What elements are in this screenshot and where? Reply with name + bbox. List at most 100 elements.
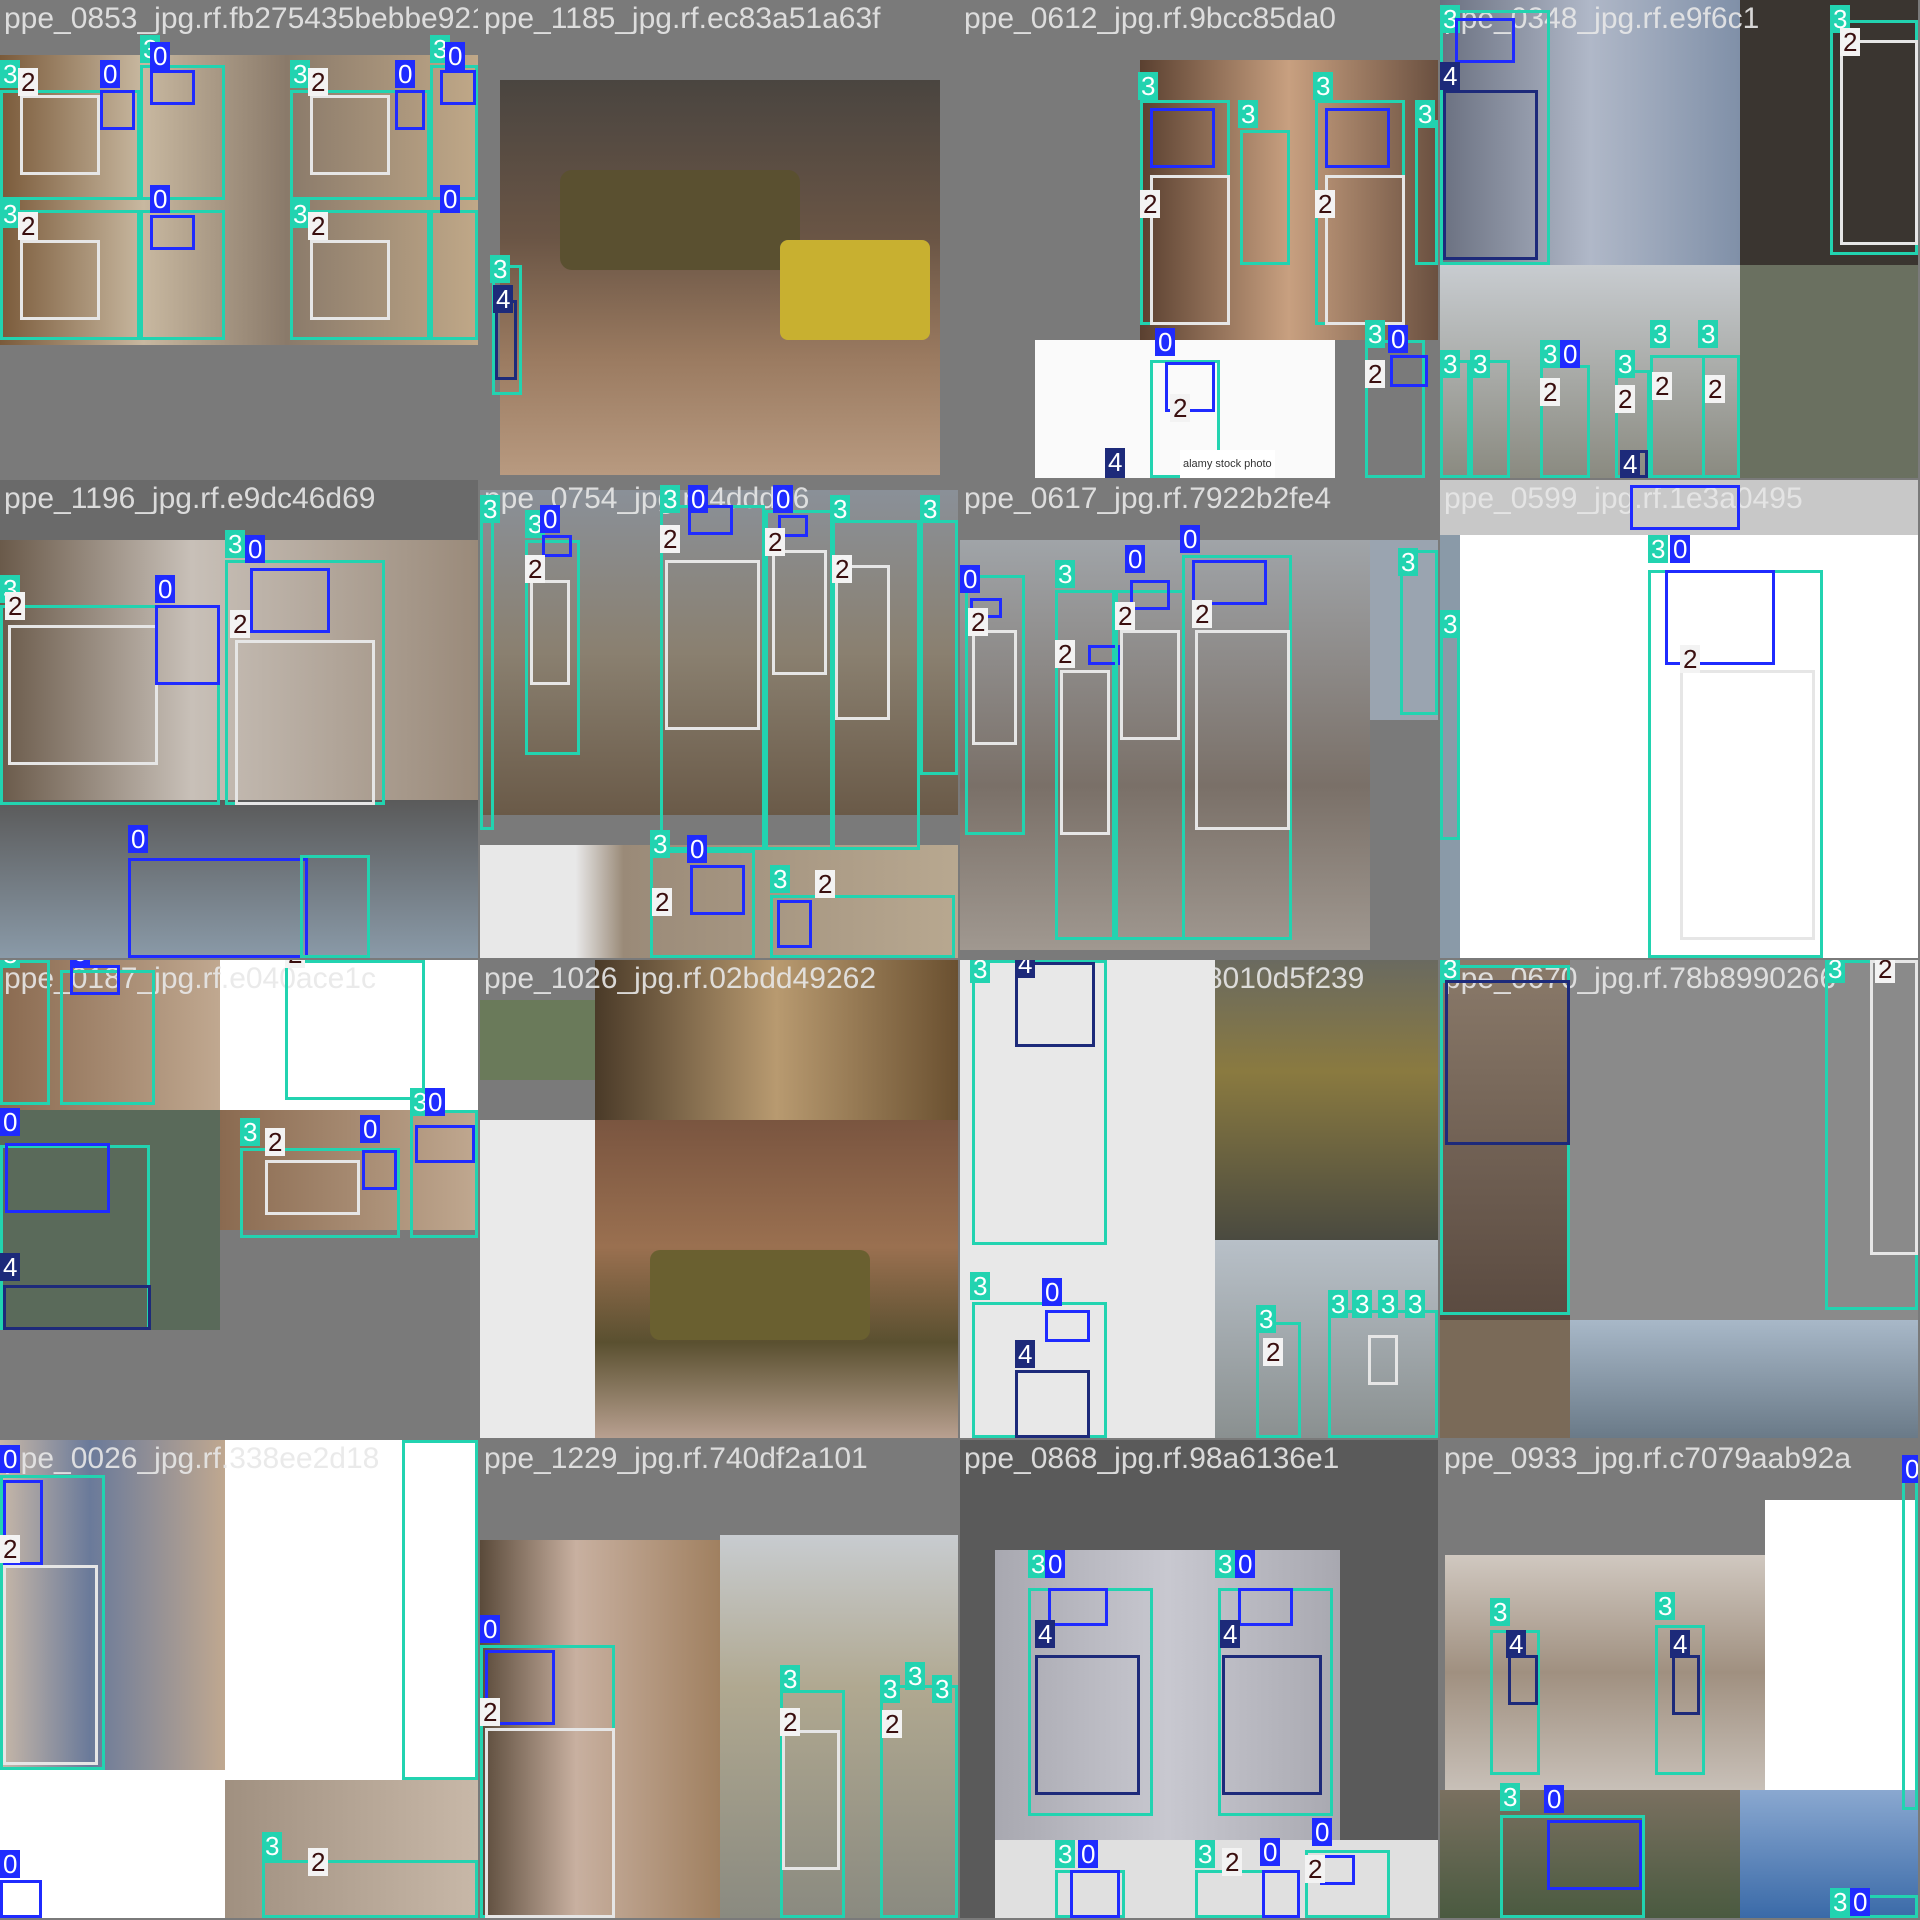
class-label: 2 — [525, 555, 546, 583]
bounding-box — [3, 1565, 98, 1765]
bounding-box — [415, 1125, 475, 1163]
tile-filename: ppe_0868_jpg.rf.98a6136e1 — [964, 1442, 1340, 1475]
class-label: 0 — [960, 565, 981, 593]
class-label: 3 — [0, 960, 21, 968]
class-label: 3 — [480, 495, 501, 523]
class-label: 0 — [425, 1088, 446, 1116]
tile-13: ppe_0026_jpg.rf.338ee2d18 0 2 3 3 2 0 — [0, 1440, 478, 1918]
tile-3: ppe_0612_jpg.rf.9bcc85da0 3 2 3 2 3 3 0 … — [960, 0, 1438, 478]
bounding-box — [1508, 1655, 1538, 1705]
class-label: 2 — [882, 1710, 903, 1738]
bounding-box — [1840, 40, 1918, 245]
bounding-box — [440, 70, 476, 105]
class-label: 3 — [1256, 1305, 1277, 1333]
bounding-box — [1130, 580, 1170, 610]
class-label: 0 — [1850, 1888, 1871, 1916]
class-label: 3 — [1313, 72, 1334, 100]
bounding-box — [542, 535, 572, 557]
class-label: 2 — [1875, 960, 1896, 983]
tile-4: ppe_0348_jpg.rf.e9f6c1 3 4 3 2 3 3 30 3 … — [1440, 0, 1918, 478]
class-label: 3 — [1440, 610, 1461, 638]
tile-filename: ppe_0026_jpg.rf.338ee2d18 — [4, 1442, 380, 1475]
tile-6: ppe_0754_jpg.rf.4ddde6 3 0 2 3 0 2 0 2 3… — [480, 480, 958, 958]
class-label: 4 — [1506, 1630, 1527, 1658]
class-label: 0 — [0, 1850, 21, 1878]
tile-filename: ppe_0617_jpg.rf.7922b2fe4 — [964, 482, 1332, 515]
class-label: 2 — [1305, 1855, 1326, 1883]
tile-5: ppe_1196_jpg.rf.e9dc46d69 3 2 0 3 0 2 0 — [0, 480, 478, 958]
class-label: 2 — [1115, 602, 1136, 630]
class-label: 0 — [480, 1615, 501, 1643]
class-label: 2 — [480, 1698, 501, 1726]
class-label: alamy stock photo — [1180, 450, 1275, 478]
bounding-box — [8, 625, 158, 765]
class-label: 4 — [1670, 1630, 1691, 1658]
tile-filename: ppe_1196_jpg.rf.e9dc46d69 — [4, 482, 376, 515]
class-label: 2 — [1192, 600, 1213, 628]
class-label: 0 — [360, 1115, 381, 1143]
class-label: 2 — [0, 1535, 21, 1563]
class-label: 0 — [687, 835, 708, 863]
class-label: 0 — [245, 535, 266, 563]
photo-region — [480, 1000, 595, 1080]
photo-region — [650, 1250, 870, 1340]
tile-2: ppe_1185_jpg.rf.ec83a51a63f 3 4 — [480, 0, 958, 478]
class-label: 3 — [1825, 960, 1846, 983]
bounding-box — [782, 1730, 840, 1870]
tile-10: ppe_1026_jpg.rf.02bdd49262 — [480, 960, 958, 1438]
class-label: 3 — [1500, 1783, 1521, 1811]
bounding-box — [285, 960, 425, 1100]
bounding-box — [262, 1860, 478, 1918]
tile-11: ppe_0261_jpg.rf.78010d5f239 3 4 3 0 4 3 … — [960, 960, 1438, 1438]
class-label: 3 — [225, 530, 246, 558]
bounding-box — [1150, 175, 1230, 325]
bounding-box — [362, 1150, 397, 1190]
class-label: 4 — [493, 285, 514, 313]
class-label: 3 — [1352, 1290, 1373, 1318]
bounding-box — [1415, 120, 1438, 265]
class-label: 0 — [1045, 1550, 1066, 1578]
tile-filename: ppe_1229_jpg.rf.740df2a101 — [484, 1442, 868, 1475]
tile-16: ppe_0933_jpg.rf.c7079aab92a 3 4 3 4 3 0 … — [1440, 1440, 1918, 1918]
class-label: 3 — [1540, 340, 1561, 368]
class-label: 3 — [932, 1675, 953, 1703]
class-label: 2 — [230, 610, 251, 638]
bounding-box — [155, 605, 220, 685]
class-label: 3 — [660, 485, 681, 513]
bounding-box — [20, 240, 100, 320]
photo-region — [1740, 265, 1918, 478]
class-label: 2 — [765, 528, 786, 556]
class-label: 2 — [1263, 1338, 1284, 1366]
class-label: 3 — [770, 865, 791, 893]
class-label: 0 — [100, 60, 121, 88]
class-label: 0 — [0, 1445, 21, 1473]
tile-filename: ppe_0599_jpg.rf.1e3a0495 — [1444, 482, 1803, 515]
bounding-box — [1870, 960, 1918, 1255]
class-label: 0 — [1260, 1838, 1281, 1866]
class-label: 0 — [395, 60, 416, 88]
class-label: 2 — [308, 212, 329, 240]
bounding-box — [430, 210, 478, 340]
bounding-box — [70, 965, 120, 995]
photo-region — [560, 170, 800, 270]
class-label: 4 — [1015, 960, 1036, 978]
class-label: 3 — [1378, 1290, 1399, 1318]
class-label: 4 — [0, 1253, 21, 1281]
photo-region — [480, 1120, 595, 1438]
class-label: 3 — [1055, 560, 1076, 588]
bounding-box — [1120, 630, 1180, 740]
bounding-box — [0, 960, 50, 1105]
bounding-box — [395, 90, 425, 130]
class-label: 3 — [1655, 1592, 1676, 1620]
bounding-box — [1045, 1310, 1090, 1342]
bounding-box — [0, 1880, 42, 1918]
tile-filename: ppe_0933_jpg.rf.c7079aab92a — [1444, 1442, 1852, 1475]
bounding-box — [1035, 1655, 1140, 1795]
class-label: 3 — [1615, 350, 1636, 378]
class-label: 2 — [1615, 385, 1636, 413]
tile-filename: ppe_0853_jpg.rf.fb275435bebbe921 — [4, 2, 478, 35]
class-label: 2 — [265, 1128, 286, 1156]
bounding-box — [1325, 108, 1390, 168]
tile-1: ppe_0853_jpg.rf.fb275435bebbe921 3 2 0 3… — [0, 0, 478, 478]
bounding-box — [1222, 1655, 1322, 1795]
